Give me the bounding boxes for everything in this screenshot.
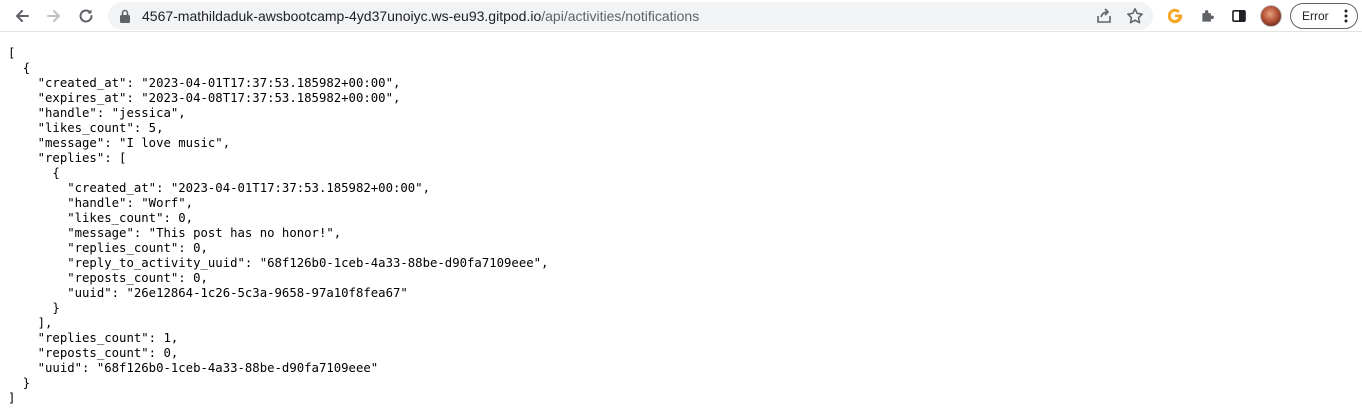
- side-panel-icon[interactable]: [1229, 6, 1249, 26]
- json-line: "message": "I love music",: [8, 136, 231, 150]
- json-line: "uuid": "68f126b0-1ceb-4a33-88be-d90fa71…: [8, 361, 379, 375]
- star-icon[interactable]: [1126, 7, 1144, 25]
- json-line: "uuid": "26e12864-1c26-5c3a-9658-97a10f8…: [8, 286, 408, 300]
- url-path: /api/activities/notifications: [541, 8, 700, 24]
- json-line: "expires_at": "2023-04-08T17:37:53.18598…: [8, 91, 401, 105]
- json-line: }: [8, 376, 31, 390]
- share-icon[interactable]: [1095, 7, 1113, 25]
- json-line: {: [8, 166, 60, 180]
- back-button[interactable]: [10, 4, 34, 28]
- json-response-body: [ { "created_at": "2023-04-01T17:37:53.1…: [8, 46, 548, 406]
- json-line: "handle": "Worf",: [8, 196, 194, 210]
- json-line: "created_at": "2023-04-01T17:37:53.18598…: [8, 181, 430, 195]
- json-line: {: [8, 61, 31, 75]
- json-line: "replies": [: [8, 151, 127, 165]
- forward-button[interactable]: [42, 4, 66, 28]
- puzzle-icon[interactable]: [1197, 6, 1217, 26]
- json-line: "created_at": "2023-04-01T17:37:53.18598…: [8, 76, 401, 90]
- reload-button[interactable]: [74, 4, 98, 28]
- browser-toolbar: 4567-mathildaduk-awsbootcamp-4yd37unoiyc…: [0, 0, 1362, 32]
- json-line: "message": "This post has no honor!",: [8, 226, 342, 240]
- json-line: [: [8, 46, 16, 60]
- json-line: ]: [8, 391, 16, 405]
- json-line: "reposts_count": 0,: [8, 271, 208, 285]
- json-line: "handle": "jessica",: [8, 106, 186, 120]
- json-line: }: [8, 301, 60, 315]
- kebab-menu-icon: [1344, 9, 1348, 23]
- lock-icon[interactable]: [118, 8, 132, 24]
- json-line: "likes_count": 0,: [8, 211, 194, 225]
- url-text[interactable]: 4567-mathildaduk-awsbootcamp-4yd37unoiyc…: [142, 8, 699, 24]
- json-line: ],: [8, 316, 53, 330]
- profile-error-button[interactable]: Error: [1290, 3, 1358, 29]
- arrow-right-icon: [47, 10, 60, 22]
- json-line: "replies_count": 0,: [8, 241, 208, 255]
- arrow-left-icon: [16, 10, 29, 22]
- json-line: "reply_to_activity_uuid": "68f126b0-1ceb…: [8, 256, 549, 270]
- avatar[interactable]: [1260, 5, 1282, 27]
- json-line: "reposts_count": 0,: [8, 346, 179, 360]
- url-host: 4567-mathildaduk-awsbootcamp-4yd37unoiyc…: [142, 8, 542, 24]
- address-bar[interactable]: 4567-mathildaduk-awsbootcamp-4yd37unoiyc…: [108, 2, 1153, 30]
- grammarly-icon[interactable]: [1165, 6, 1185, 26]
- json-line: "replies_count": 1,: [8, 331, 179, 345]
- reload-icon: [79, 9, 93, 23]
- json-line: "likes_count": 5,: [8, 121, 164, 135]
- profile-error-label: Error: [1302, 9, 1329, 23]
